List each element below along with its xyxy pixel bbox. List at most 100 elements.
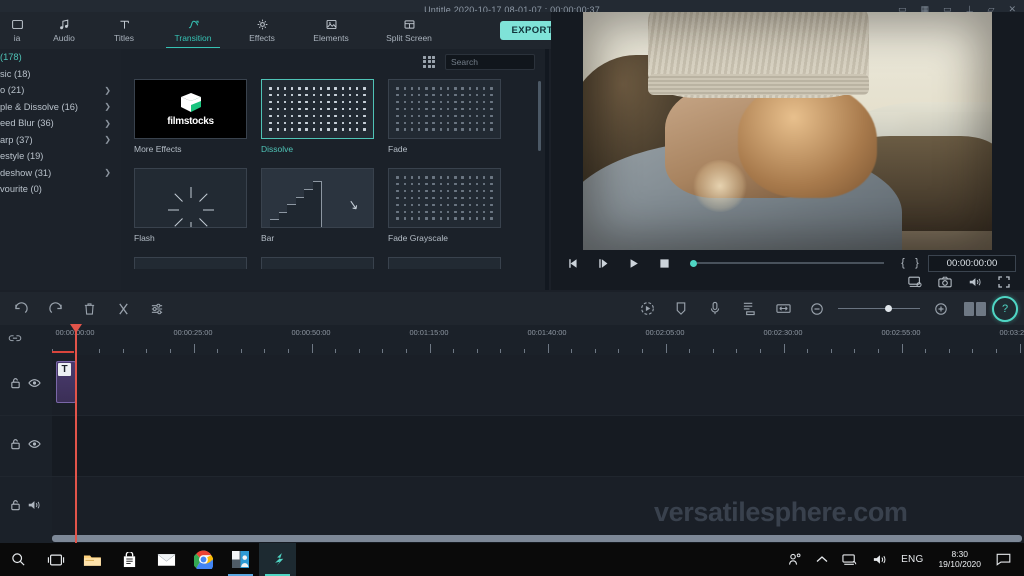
stop-button[interactable]	[649, 250, 679, 276]
minimize-icon[interactable]: ▭	[898, 4, 907, 12]
taskbar-filmora-icon[interactable]	[259, 543, 296, 576]
taskbar-chrome-icon[interactable]	[185, 543, 222, 576]
volume-icon[interactable]	[968, 276, 982, 288]
timeline-zoom-slider[interactable]	[838, 292, 920, 325]
playhead-handle[interactable]	[69, 324, 82, 333]
track-row-video-1[interactable]: T	[52, 355, 1024, 415]
search-box[interactable]: ⌕	[445, 53, 545, 70]
taskbar-clock[interactable]: 8:30 19/10/2020	[930, 549, 989, 570]
eye-icon[interactable]	[28, 438, 41, 453]
people-icon[interactable]	[781, 553, 809, 566]
category-item-favourite[interactable]: vourite (0)	[0, 181, 121, 198]
search-input[interactable]	[451, 56, 545, 67]
mark-in-button[interactable]: {	[896, 257, 910, 269]
zoom-slider-handle[interactable]	[885, 305, 892, 312]
lock-icon[interactable]	[10, 377, 21, 392]
track-row-video-2[interactable]	[52, 416, 1024, 476]
category-item-speed-blur[interactable]: eed Blur (36) ❯	[0, 115, 121, 132]
transition-tile-flash[interactable]: Flash	[134, 168, 247, 243]
fit-timeline-icon[interactable]	[766, 292, 800, 325]
preview-scrubber[interactable]	[685, 250, 890, 276]
microphone-icon[interactable]	[698, 292, 732, 325]
scrubber-handle[interactable]	[690, 259, 697, 267]
marker-icon[interactable]	[664, 292, 698, 325]
restore-icon[interactable]: ▦	[921, 4, 930, 12]
eye-icon[interactable]	[28, 377, 41, 392]
redo-icon[interactable]	[38, 292, 72, 325]
split-icon[interactable]	[106, 292, 140, 325]
transition-tile-row3-a[interactable]	[134, 257, 247, 269]
transitions-scrollbar[interactable]	[538, 81, 541, 151]
volume-icon[interactable]	[865, 553, 894, 566]
category-item-video[interactable]: o (21) ❯	[0, 82, 121, 99]
tab-split-screen[interactable]: Split Screen	[370, 12, 448, 49]
category-item-warp[interactable]: arp (37) ❯	[0, 132, 121, 149]
timeline-clip-text[interactable]: T	[56, 361, 76, 403]
play-button[interactable]	[619, 250, 649, 276]
snapshot-icon[interactable]	[938, 276, 952, 288]
transition-tile-more-effects[interactable]: filmstocks More Effects	[134, 79, 247, 154]
maximize-icon[interactable]: ▭	[943, 4, 952, 12]
tab-effects[interactable]: Effects	[232, 12, 292, 49]
taskbar-file-explorer-icon[interactable]	[74, 543, 111, 576]
taskbar-mail-icon[interactable]	[148, 543, 185, 576]
settings-icon[interactable]	[140, 292, 174, 325]
network-icon[interactable]	[835, 553, 865, 566]
ruler-label: 00:02:55:00	[881, 328, 921, 337]
chevron-up-icon[interactable]	[809, 555, 835, 564]
category-item-basic[interactable]: sic (18)	[0, 66, 121, 83]
zoom-in-button[interactable]	[924, 292, 958, 325]
transition-tile-row3-c[interactable]	[388, 257, 501, 269]
next-frame-button[interactable]	[589, 250, 619, 276]
taskbar-microsoft-store-icon[interactable]	[111, 543, 148, 576]
zoom-out-button[interactable]	[800, 292, 834, 325]
tab-transition[interactable]: Transition	[154, 12, 232, 49]
mark-out-button[interactable]: }	[910, 257, 924, 269]
auto-subtitle-icon[interactable]	[732, 292, 766, 325]
transition-tile-fade-grayscale[interactable]: Fade Grayscale	[388, 168, 501, 243]
transition-label: Bar	[261, 233, 275, 243]
undo-icon[interactable]	[4, 292, 38, 325]
profile-icon[interactable]: ⊥	[966, 4, 974, 12]
render-preview-icon[interactable]	[964, 301, 986, 316]
language-indicator[interactable]: ENG	[894, 554, 930, 565]
speaker-icon[interactable]	[27, 499, 41, 514]
panel-divider[interactable]	[545, 49, 549, 290]
notifications-icon[interactable]	[989, 553, 1018, 566]
video-preview[interactable]	[583, 12, 992, 250]
category-item-all[interactable]: (178)	[0, 49, 121, 66]
tab-elements[interactable]: Elements	[292, 12, 370, 49]
lock-icon[interactable]	[10, 438, 21, 453]
playhead[interactable]	[69, 324, 82, 543]
transition-tile-dissolve[interactable]: Dissolve	[261, 79, 374, 154]
tab-titles-label: Titles	[114, 33, 134, 43]
category-item-ripple-dissolve[interactable]: ple & Dissolve (16) ❯	[0, 99, 121, 116]
record-voiceover-icon[interactable]	[630, 292, 664, 325]
help-icon[interactable]: ▱	[988, 4, 995, 12]
timeline-horizontal-scrollbar[interactable]	[52, 535, 1022, 542]
grid-view-icon[interactable]	[423, 55, 435, 68]
delete-icon[interactable]	[72, 292, 106, 325]
screen-settings-icon[interactable]	[908, 276, 922, 288]
taskbar-app-icon[interactable]	[222, 543, 259, 576]
prev-frame-button[interactable]	[559, 250, 589, 276]
chevron-right-icon: ❯	[104, 118, 111, 128]
transition-tile-row3-b[interactable]	[261, 257, 374, 269]
transition-tile-bar[interactable]: ↘ Bar	[261, 168, 374, 243]
tab-media[interactable]: ia	[0, 12, 34, 49]
lock-icon[interactable]	[10, 499, 21, 514]
tab-titles[interactable]: Titles	[94, 12, 154, 49]
taskbar-search-icon[interactable]	[0, 543, 37, 576]
category-item-slideshow[interactable]: deshow (31) ❯	[0, 165, 121, 182]
tab-audio[interactable]: Audio	[34, 12, 94, 49]
close-icon[interactable]: ✕	[1008, 4, 1016, 12]
category-label: eed Blur (36)	[0, 118, 54, 129]
fullscreen-icon[interactable]	[998, 276, 1010, 288]
timeline-ruler[interactable]: 00:00:00:0000:00:25:0000:00:50:0000:01:1…	[0, 325, 1024, 355]
preview-timecode[interactable]: 00:00:00:00	[928, 254, 1016, 272]
help-button[interactable]: ?	[992, 295, 1018, 322]
window-controls: ▭ ▦ ▭ ⊥ ▱ ✕	[898, 1, 1016, 12]
transition-tile-fade[interactable]: Fade	[388, 79, 501, 154]
taskbar-task-view-icon[interactable]	[37, 543, 74, 576]
category-item-lifestyle[interactable]: estyle (19)	[0, 148, 121, 165]
